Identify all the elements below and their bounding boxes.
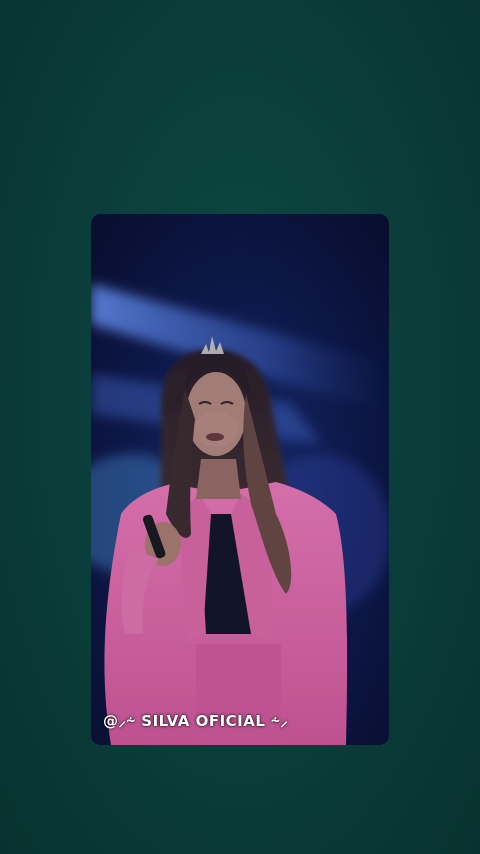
video-frame — [91, 214, 389, 745]
page-background: @⸝⸞ SILVA OFICIAL ⸞⸝ — [0, 0, 480, 854]
channel-watermark: @⸝⸞ SILVA OFICIAL ⸞⸝ — [103, 712, 289, 730]
video-player[interactable]: @⸝⸞ SILVA OFICIAL ⸞⸝ — [91, 214, 389, 745]
